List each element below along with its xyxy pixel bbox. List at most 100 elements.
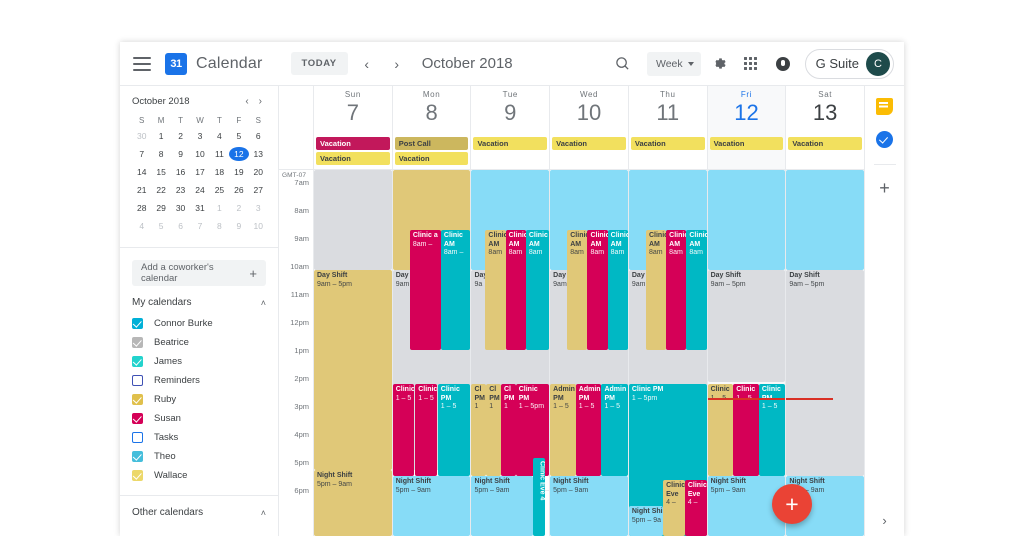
calendar-event[interactable]: Admin PM 1 – 5: [601, 384, 628, 476]
mini-calendar-day[interactable]: 7: [132, 147, 151, 161]
calendar-list-item-james[interactable]: James: [120, 352, 278, 371]
mini-calendar-day[interactable]: 11: [210, 147, 229, 161]
calendar-event[interactable]: [314, 170, 392, 270]
calendar-event[interactable]: Clinic AM 8am: [645, 230, 667, 350]
calendar-checkbox[interactable]: [132, 432, 143, 443]
calendar-checkbox[interactable]: [132, 318, 143, 329]
all-day-event[interactable]: Post Call: [394, 137, 469, 150]
previous-period-button[interactable]: ‹: [356, 53, 378, 75]
all-day-event[interactable]: Vacation: [394, 152, 469, 165]
calendar-event[interactable]: Clinic Eve 4 –: [684, 480, 707, 536]
mini-calendar-day[interactable]: 4: [210, 129, 229, 143]
gear-icon[interactable]: [705, 50, 733, 78]
calendar-event[interactable]: Clinic AM 8am: [587, 230, 608, 350]
mini-calendar-day[interactable]: 19: [229, 165, 248, 179]
mini-calendar-day[interactable]: 5: [151, 219, 170, 233]
all-day-cell-wed[interactable]: Vacation: [549, 136, 628, 169]
mini-calendar-day[interactable]: 30: [132, 129, 151, 143]
all-day-event[interactable]: Vacation: [709, 137, 784, 150]
day-column-fri[interactable]: Day Shift9am – 5pmClinic1 – 5Clinic1 – 5…: [706, 170, 786, 536]
mini-calendar-day[interactable]: 21: [132, 183, 151, 197]
day-column-sat[interactable]: Day Shift9am – 5pmNight Shift5pm – 9am: [785, 170, 864, 536]
day-number[interactable]: 11: [629, 100, 707, 126]
calendar-event[interactable]: Cl PM 1: [471, 384, 487, 476]
mini-calendar-day[interactable]: 6: [249, 129, 268, 143]
all-day-cell-sun[interactable]: Vacation Vacation: [313, 136, 392, 169]
plus-icon[interactable]: +: [249, 266, 257, 281]
mini-calendar-day[interactable]: 1: [151, 129, 170, 143]
other-calendars-header[interactable]: Other calendars ˄: [120, 496, 278, 524]
mini-calendar-day[interactable]: 17: [190, 165, 209, 179]
calendar-event[interactable]: Night Shift5pm – 9am: [392, 476, 471, 536]
calendar-list-item-susan[interactable]: Susan: [120, 409, 278, 428]
mini-calendar-day[interactable]: 2: [229, 201, 248, 215]
day-number[interactable]: 12: [708, 100, 786, 126]
mini-calendar-day[interactable]: 7: [190, 219, 209, 233]
mini-calendar-day[interactable]: 6: [171, 219, 190, 233]
chevron-up-icon[interactable]: ˄: [261, 298, 266, 308]
calendar-checkbox[interactable]: [132, 470, 143, 481]
expand-panel-icon[interactable]: ›: [882, 513, 886, 528]
mini-calendar-day[interactable]: 14: [132, 165, 151, 179]
mini-calendar-day[interactable]: 18: [210, 165, 229, 179]
calendar-event[interactable]: Night Shi 5pm – 9a: [628, 506, 664, 536]
day-header-tue[interactable]: Tue 9: [470, 86, 549, 136]
calendar-list-item-connor-burke[interactable]: Connor Burke: [120, 314, 278, 333]
mini-calendar-day[interactable]: 22: [151, 183, 170, 197]
calendar-event[interactable]: [786, 170, 864, 270]
calendar-event[interactable]: Night Shift5pm – 9am: [314, 470, 392, 536]
day-column-wed[interactable]: Day Shift9amClinic AM8amClinic AM8amClin…: [549, 170, 628, 536]
calendar-list-item-theo[interactable]: Theo: [120, 447, 278, 466]
mini-calendar-next[interactable]: ›: [259, 96, 262, 107]
gsuite-account-chip[interactable]: G Suite C: [804, 48, 894, 79]
calendar-event[interactable]: Clinic PM1 – 5: [437, 384, 471, 476]
main-menu-icon[interactable]: [133, 56, 151, 71]
day-header-thu[interactable]: Thu 11: [627, 86, 707, 136]
calendar-event[interactable]: Clinic1 – 5: [415, 384, 437, 476]
mini-calendar-day[interactable]: 24: [190, 183, 209, 197]
calendar-event[interactable]: Clinic AM 8am: [567, 230, 588, 350]
all-day-cell-thu[interactable]: Vacation: [627, 136, 707, 169]
calendar-event[interactable]: [707, 170, 786, 270]
all-day-cell-tue[interactable]: Vacation: [470, 136, 549, 169]
calendar-list-item-wallace[interactable]: Wallace: [120, 466, 278, 485]
all-day-event[interactable]: Vacation: [788, 137, 863, 150]
mini-calendar-day[interactable]: 9: [171, 147, 190, 161]
all-day-cell-mon[interactable]: Post Call Vacation: [391, 136, 471, 169]
calendar-list-item-tasks[interactable]: Tasks: [120, 428, 278, 447]
calendar-event[interactable]: Night Shift5pm – 9am: [471, 476, 533, 536]
keep-icon[interactable]: [876, 98, 893, 115]
calendar-event[interactable]: Day Shift 9am – 5pm: [707, 270, 786, 382]
day-header-mon[interactable]: Mon 8: [391, 86, 471, 136]
day-header-wed[interactable]: Wed 10: [549, 86, 628, 136]
mini-calendar-day[interactable]: 28: [132, 201, 151, 215]
next-period-button[interactable]: ›: [386, 53, 408, 75]
mini-calendar-day[interactable]: 29: [151, 201, 170, 215]
add-addon-icon[interactable]: +: [879, 179, 890, 197]
calendar-event[interactable]: Clinic a 8am –: [409, 230, 441, 350]
calendar-event[interactable]: Clinic AM 8am: [525, 230, 550, 350]
calendar-event[interactable]: Clinic Eve 4: [532, 458, 546, 536]
all-day-event[interactable]: Vacation: [316, 137, 390, 150]
mini-calendar-day[interactable]: 4: [132, 219, 151, 233]
all-day-event[interactable]: Vacation: [316, 152, 390, 165]
day-columns[interactable]: Day Shift 9am – 5pm Night Shift 5pm – 9am Da…: [313, 170, 864, 536]
mini-calendar-prev[interactable]: ‹: [245, 96, 248, 107]
mini-calendar-day[interactable]: 10: [249, 219, 268, 233]
mini-calendar-day[interactable]: 25: [210, 183, 229, 197]
view-selector[interactable]: Week: [646, 51, 701, 76]
day-header-fri[interactable]: Fri 12: [706, 86, 786, 136]
calendar-event[interactable]: Clinic AM 8am –: [440, 230, 471, 350]
mini-calendar-day[interactable]: 5: [229, 129, 248, 143]
mini-calendar-day[interactable]: 20: [249, 165, 268, 179]
calendar-event[interactable]: Clinic AM 8am: [485, 230, 506, 350]
mini-calendar-day[interactable]: 16: [171, 165, 190, 179]
day-column-thu[interactable]: Day Shift9amClinic AM8amClinic AM8amClin…: [627, 170, 707, 536]
day-column-tue[interactable]: Day S 9a Clinic AM 8am Clinic AM 8am Clinic AM…: [470, 170, 550, 536]
mini-calendar-grid[interactable]: S M T W T F S 30 1 2 3 4 5 6 7 8 9 10 11 12 13 14 15 16 17 18 19 20…: [132, 116, 268, 233]
mini-calendar-day[interactable]: 10: [190, 147, 209, 161]
calendar-checkbox[interactable]: [132, 451, 143, 462]
calendar-event[interactable]: Cl PM 1: [500, 384, 516, 476]
calendar-event[interactable]: Night Shift5pm – 9am: [550, 476, 628, 536]
account-icon[interactable]: [769, 50, 797, 78]
